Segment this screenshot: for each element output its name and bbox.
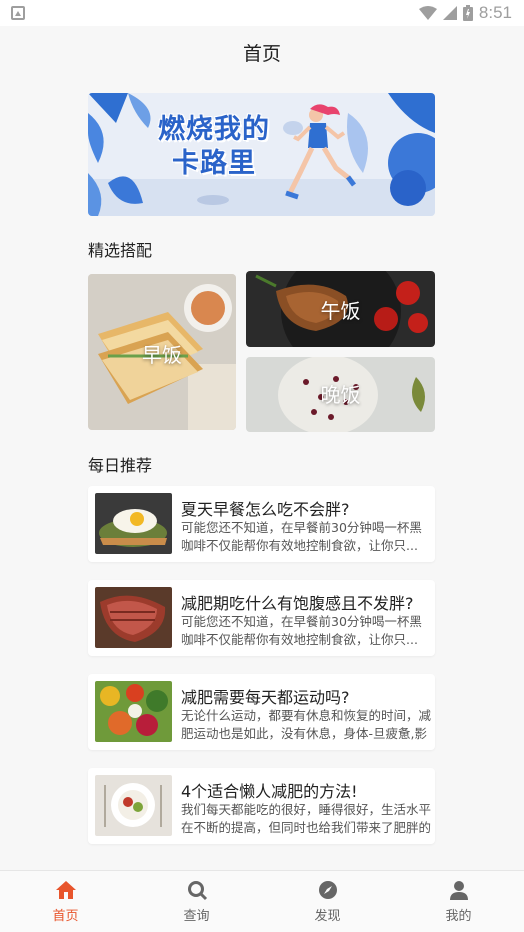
recommend-title: 夏天早餐怎么吃不会胖? bbox=[181, 500, 350, 519]
tab-label: 首页 bbox=[52, 909, 79, 924]
search-icon bbox=[187, 881, 207, 901]
recommend-item[interactable]: 减肥期吃什么有饱腹感且不发胖? 可能您还不知道，在早餐前30分钟喝一杯黑咖啡不仅… bbox=[88, 580, 435, 656]
recommend-item[interactable]: 减肥需要每天都运动吗? 无论什么运动，都要有休息和恢复的时间，减肥运动也是如此，… bbox=[88, 674, 435, 750]
tab-label: 我的 bbox=[445, 909, 472, 924]
title-bar: 首页 bbox=[0, 26, 524, 82]
tab-mine[interactable]: 我的 bbox=[393, 871, 524, 932]
recommend-item[interactable]: 4个适合懒人减肥的方法! 我们每天都能吃的很好，睡得很好，生活水平在不断的提高，… bbox=[88, 768, 435, 844]
daily-section-title: 每日推荐 bbox=[88, 456, 153, 475]
recommend-thumbnail bbox=[95, 587, 172, 648]
banner-line2: 卡路里 bbox=[172, 148, 256, 179]
tab-search[interactable]: 查询 bbox=[131, 871, 262, 932]
recommend-thumbnail bbox=[95, 681, 172, 742]
status-icons: 8:51 bbox=[418, 3, 512, 23]
lunch-card[interactable]: 午饭 bbox=[246, 271, 435, 347]
banner[interactable]: 燃烧我的 卡路里 bbox=[88, 93, 435, 216]
page-title: 首页 bbox=[242, 43, 281, 65]
recommend-desc: 无论什么运动，都要有休息和恢复的时间，减肥运动也是如此，没有休息，身体-旦疲惫,… bbox=[181, 708, 431, 741]
battery-icon bbox=[462, 5, 473, 21]
wifi-icon bbox=[418, 6, 437, 20]
lunch-label: 午饭 bbox=[320, 299, 361, 323]
tab-discover[interactable]: 发现 bbox=[262, 871, 393, 932]
tab-label: 查询 bbox=[183, 909, 210, 924]
recommend-thumbnail bbox=[95, 493, 172, 554]
notification-icon bbox=[11, 6, 25, 20]
recommend-title: 减肥需要每天都运动吗? bbox=[181, 688, 350, 707]
recommend-item[interactable]: 夏天早餐怎么吃不会胖? 可能您还不知道，在早餐前30分钟喝一杯黑咖啡不仅能帮你有… bbox=[88, 486, 435, 562]
breakfast-card[interactable]: 早饭 bbox=[88, 274, 236, 430]
recommend-desc: 可能您还不知道，在早餐前30分钟喝一杯黑咖啡不仅能帮你有效地控制食欲，让你只..… bbox=[181, 614, 422, 647]
tab-label: 发现 bbox=[314, 909, 341, 924]
breakfast-label: 早饭 bbox=[142, 343, 182, 367]
signal-icon bbox=[442, 6, 457, 20]
recommend-desc: 我们每天都能吃的很好，睡得很好，生活水平在不断的提高，但同时也给我们带来了肥胖的… bbox=[181, 802, 431, 835]
recommend-title: 4个适合懒人减肥的方法! bbox=[181, 782, 358, 801]
banner-slogan: 燃烧我的 卡路里 bbox=[158, 113, 270, 181]
status-time: 8:51 bbox=[478, 3, 512, 22]
recommend-title: 减肥期吃什么有饱腹感且不发胖? bbox=[181, 594, 414, 613]
home-icon bbox=[55, 881, 76, 899]
recommend-desc: 可能您还不知道，在早餐前30分钟喝一杯黑咖啡不仅能帮你有效地控制食欲，让你只..… bbox=[181, 520, 422, 553]
dinner-card[interactable]: 晚饭 bbox=[246, 357, 435, 432]
banner-line1: 燃烧我的 bbox=[158, 114, 270, 145]
status-bar: 8:51 bbox=[0, 0, 524, 26]
tab-home[interactable]: 首页 bbox=[0, 871, 131, 932]
user-icon bbox=[449, 881, 468, 900]
featured-section-title: 精选搭配 bbox=[88, 241, 153, 260]
compass-icon bbox=[318, 881, 337, 899]
recommend-thumbnail bbox=[95, 775, 172, 836]
dinner-label: 晚饭 bbox=[320, 383, 361, 407]
bottom-tab-bar: 首页 查询 发现 我的 bbox=[0, 870, 524, 932]
